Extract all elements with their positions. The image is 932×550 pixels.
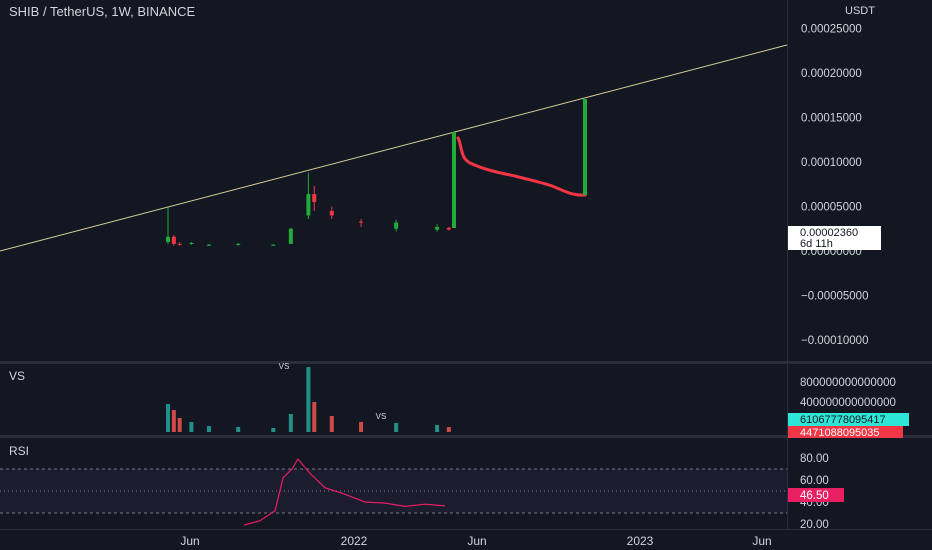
price-tick-label: 0.00020000 xyxy=(801,68,862,80)
trading-chart[interactable]: USDT 0.000250000.000200000.000150000.000… xyxy=(0,0,932,550)
symbol-title[interactable]: SHIB / TetherUS, 1W, BINANCE xyxy=(9,4,195,19)
price-tick-label: 0.00025000 xyxy=(801,24,862,36)
price-tick-label: −0.00005000 xyxy=(801,291,868,303)
price-axis-unit: USDT xyxy=(845,5,875,17)
volume-pane-label[interactable]: VS xyxy=(9,369,25,383)
volume-bar xyxy=(288,414,293,432)
volume-bar xyxy=(177,418,182,432)
volume-annotation: VS xyxy=(376,412,387,421)
candle-body xyxy=(206,244,211,246)
volume-tick-label: 400000000000000 xyxy=(800,397,896,409)
projection-up-bar[interactable] xyxy=(452,132,456,228)
rsi-tick-label: 20.00 xyxy=(800,519,829,531)
price-tick-label: 0.00015000 xyxy=(801,113,862,125)
bar-countdown-label: 6d 11h xyxy=(800,238,833,250)
price-axis-ticks[interactable]: 0.00025000 0.00020000 0.00015000 0.00010000… xyxy=(801,24,868,348)
candle-body xyxy=(394,222,399,229)
candle-body xyxy=(236,243,241,245)
candle-body xyxy=(271,244,276,246)
volume-bar xyxy=(446,427,451,432)
candle-body xyxy=(329,210,334,216)
volume-up-tag-label: 61067778095417 xyxy=(800,414,886,426)
time-axis-label: Jun xyxy=(467,534,486,548)
volume-bar xyxy=(166,404,170,432)
volume-annotation: VS xyxy=(279,362,290,371)
main-price-pane[interactable] xyxy=(0,0,787,362)
time-axis-label: Jun xyxy=(180,534,199,548)
rsi-tick-label: 60.00 xyxy=(800,475,829,487)
volume-down-tag-label: 4471088095035 xyxy=(800,427,880,439)
volume-bar xyxy=(329,416,334,432)
candle-body xyxy=(177,243,182,245)
time-axis-label: 2022 xyxy=(341,534,368,548)
price-tick-label: 0.00005000 xyxy=(801,202,862,214)
volume-bar xyxy=(306,367,311,432)
volume-bar xyxy=(312,402,317,432)
time-axis-label: Jun xyxy=(752,534,771,548)
candle-body xyxy=(288,228,293,244)
candle-body xyxy=(171,236,176,244)
candle-body xyxy=(435,226,440,230)
volume-tick-label: 800000000000000 xyxy=(800,377,896,389)
price-tick-label: 0.00010000 xyxy=(801,157,862,169)
candle-body xyxy=(306,194,311,216)
rsi-value-label: 46.50 xyxy=(800,490,829,502)
time-axis[interactable]: Jun 2022 Jun 2023 Jun xyxy=(180,534,771,548)
volume-bar xyxy=(271,428,276,432)
volume-bar xyxy=(236,427,241,432)
volume-bars xyxy=(166,367,451,432)
candle-body xyxy=(312,194,317,203)
candle-body xyxy=(189,242,194,244)
time-axis-label: 2023 xyxy=(627,534,654,548)
volume-bar xyxy=(435,425,440,432)
projection-up-bar-2[interactable] xyxy=(583,99,587,195)
volume-bar xyxy=(206,426,211,432)
candle-body xyxy=(446,227,451,230)
candle-body xyxy=(359,221,364,223)
price-tick-label: −0.00010000 xyxy=(801,335,868,347)
volume-bar xyxy=(359,422,364,432)
candle-body xyxy=(166,236,170,243)
volume-bar xyxy=(189,422,194,432)
volume-bar xyxy=(171,410,176,432)
rsi-pane-label[interactable]: RSI xyxy=(9,444,29,458)
volume-bar xyxy=(394,423,399,432)
rsi-tick-label: 80.00 xyxy=(800,453,829,465)
